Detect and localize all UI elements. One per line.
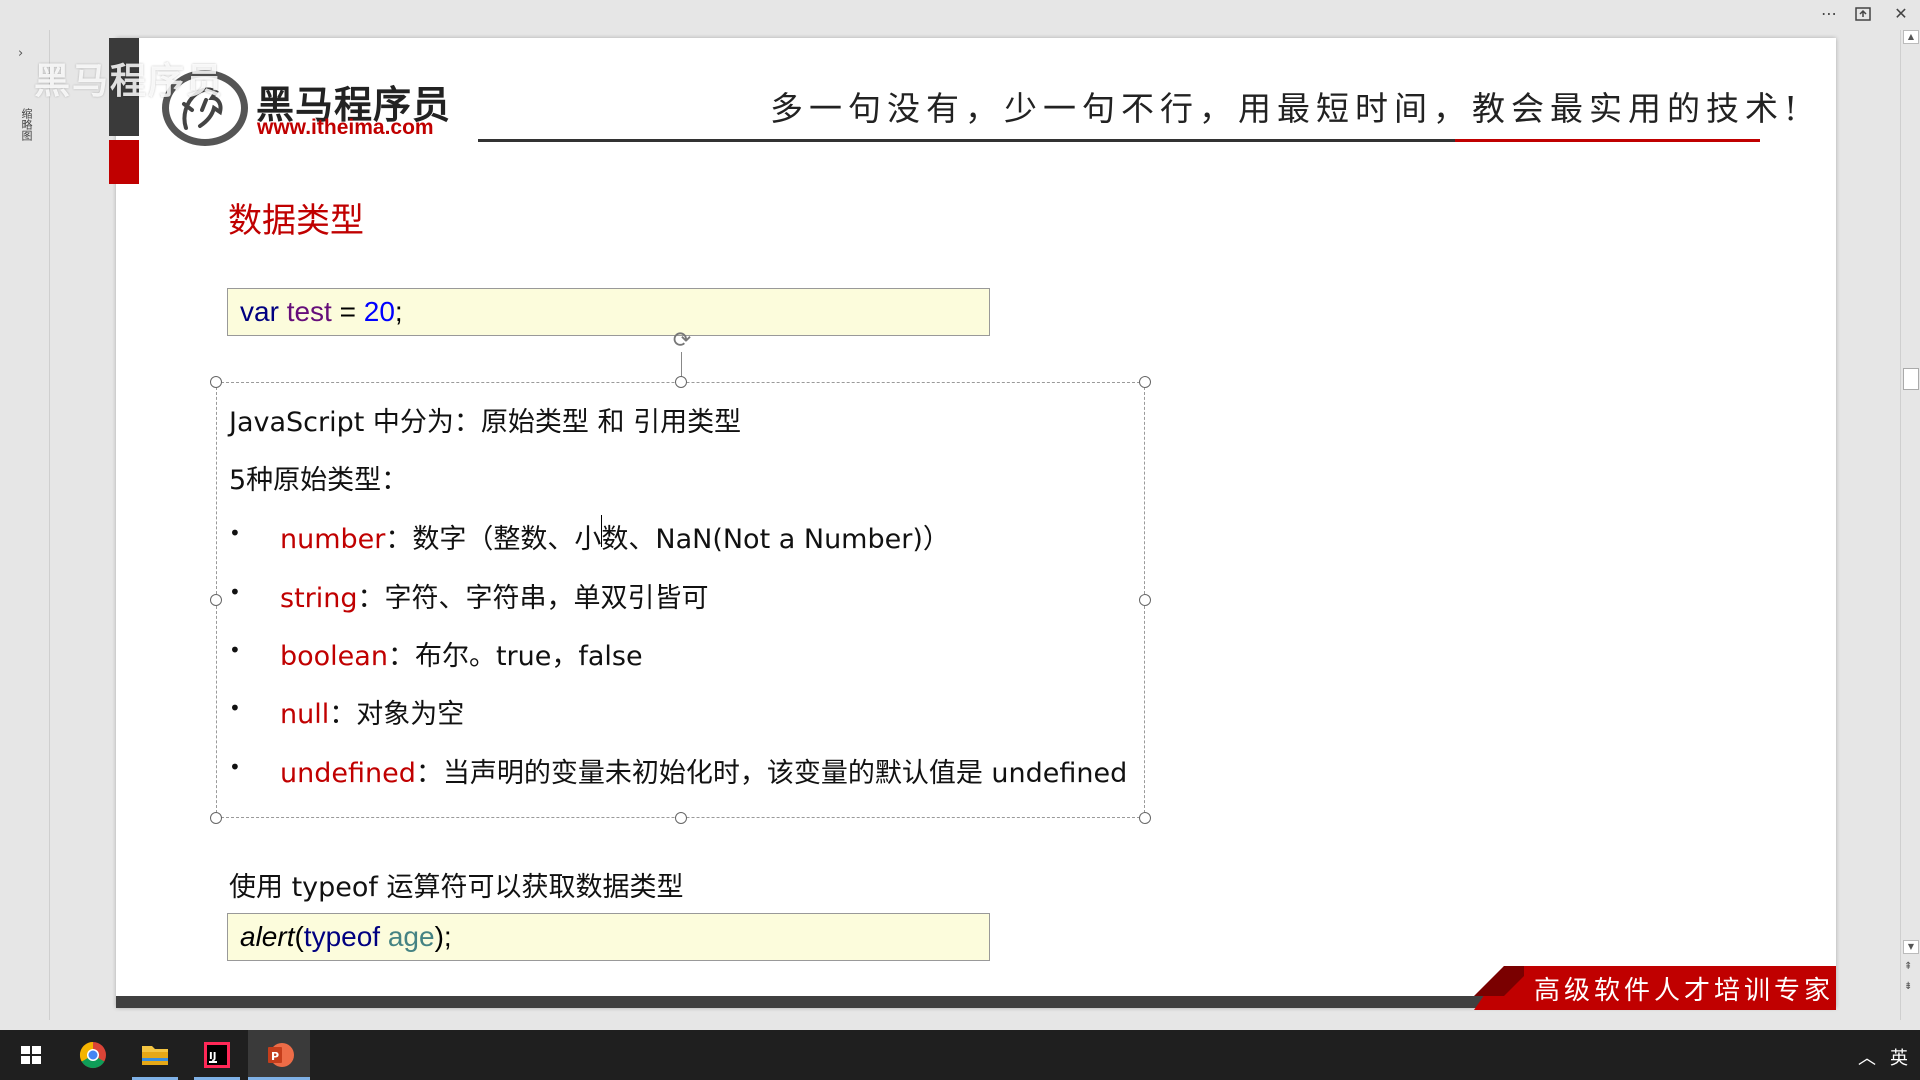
window-title-bar: ⋯ ✕ bbox=[0, 0, 1920, 30]
primitive-count-text[interactable]: 5种原始类型： bbox=[229, 458, 408, 497]
header-divider-accent bbox=[1455, 139, 1760, 142]
thumbnail-panel: › 缩略图 bbox=[0, 30, 50, 1020]
type-name: null bbox=[280, 699, 330, 730]
close-icon[interactable]: ✕ bbox=[1886, 2, 1916, 26]
resize-handle-right[interactable] bbox=[1139, 594, 1151, 606]
code-variable: test bbox=[286, 296, 332, 327]
watermark: 黑马程序员 bbox=[34, 61, 225, 102]
type-description: ：字符、字符串，单双引皆可 bbox=[357, 583, 709, 614]
intro-text[interactable]: JavaScript 中分为：原始类型 和 引用类型 bbox=[229, 400, 741, 439]
scroll-down-icon[interactable]: ▼ bbox=[1903, 940, 1919, 954]
previous-slide-icon[interactable]: ⇞ bbox=[1904, 962, 1912, 972]
more-options-icon[interactable]: ⋯ bbox=[1814, 2, 1844, 26]
slide-title[interactable]: 数据类型 bbox=[228, 193, 364, 242]
vertical-scrollbar[interactable]: ▲ ▼ ⇞ ⇟ bbox=[1900, 30, 1920, 1020]
scroll-up-icon[interactable]: ▲ bbox=[1903, 30, 1919, 44]
typeof-note[interactable]: 使用 typeof 运算符可以获取数据类型 bbox=[229, 865, 684, 904]
intellij-icon[interactable]: IJ bbox=[186, 1030, 248, 1080]
type-description: ：对象为空 bbox=[329, 699, 465, 730]
start-button[interactable] bbox=[0, 1030, 62, 1080]
code-function: alert bbox=[240, 921, 295, 952]
thumbnail-panel-label[interactable]: 缩略图 bbox=[16, 108, 33, 141]
code-paren: ( bbox=[294, 921, 304, 952]
tray-overflow-icon[interactable]: ︿ bbox=[1858, 1044, 1876, 1070]
bullet: • bbox=[229, 580, 241, 604]
tagline: 高级软件人才培训专家 bbox=[1534, 976, 1835, 1006]
code-operator: = bbox=[339, 296, 356, 327]
code-block-var[interactable]: var test = 20; bbox=[227, 288, 990, 336]
type-name: string bbox=[280, 583, 358, 614]
type-name: number bbox=[280, 524, 386, 555]
list-item[interactable]: boolean：布尔。true，false bbox=[280, 634, 643, 673]
resize-handle-bottom-left[interactable] bbox=[210, 812, 222, 824]
type-description: ：当声明的变量未初始化时，该变量的默认值是 undefined bbox=[415, 758, 1128, 789]
list-item[interactable]: number：数字（整数、小数、NaN(Not a Number)） bbox=[280, 517, 950, 556]
svg-text:IJ: IJ bbox=[209, 1051, 216, 1062]
text-cursor bbox=[601, 515, 602, 547]
expand-panel-icon[interactable]: › bbox=[18, 46, 23, 61]
code-variable: age bbox=[387, 921, 435, 952]
header-accent-red bbox=[109, 140, 139, 184]
code-block-typeof[interactable]: alert(typeof age); bbox=[227, 913, 990, 961]
scroll-thumb[interactable] bbox=[1903, 368, 1919, 390]
powerpoint-icon[interactable]: P bbox=[248, 1030, 310, 1080]
bullet: • bbox=[229, 696, 241, 720]
rotate-handle-icon[interactable]: ⟳ bbox=[669, 328, 695, 354]
type-description: ：数字（整数、小数、NaN(Not a Number)） bbox=[385, 524, 950, 555]
slogan: 多一句没有，少一句不行，用最短时间，教会最实用的技术! bbox=[770, 89, 1804, 128]
input-method-indicator[interactable]: 英 bbox=[1890, 1044, 1908, 1070]
resize-handle-bottom-right[interactable] bbox=[1139, 812, 1151, 824]
resize-handle-top-right[interactable] bbox=[1139, 376, 1151, 388]
next-slide-icon[interactable]: ⇟ bbox=[1904, 982, 1912, 992]
list-item[interactable]: string：字符、字符串，单双引皆可 bbox=[280, 576, 709, 615]
type-name: boolean bbox=[280, 641, 388, 672]
code-keyword: var bbox=[240, 296, 279, 327]
resize-handle-bottom[interactable] bbox=[675, 812, 687, 824]
taskbar: IJ P ︿ 英 bbox=[0, 1030, 1920, 1080]
resize-handle-top-left[interactable] bbox=[210, 376, 222, 388]
list-item[interactable]: null：对象为空 bbox=[280, 692, 464, 731]
svg-text:P: P bbox=[271, 1050, 279, 1063]
file-explorer-icon[interactable] bbox=[124, 1030, 186, 1080]
bullet: • bbox=[229, 521, 241, 545]
resize-handle-top[interactable] bbox=[675, 376, 687, 388]
restore-icon[interactable] bbox=[1848, 2, 1878, 26]
resize-handle-left[interactable] bbox=[210, 594, 222, 606]
code-paren-close: ); bbox=[434, 921, 452, 952]
type-description: ：布尔。true，false bbox=[387, 641, 643, 672]
code-keyword: typeof bbox=[303, 921, 381, 952]
code-number: 20 bbox=[363, 296, 395, 327]
bullet: • bbox=[229, 638, 241, 662]
list-item[interactable]: undefined：当声明的变量未初始化时，该变量的默认值是 undefined bbox=[280, 751, 1127, 790]
code-semicolon: ; bbox=[394, 296, 403, 327]
brand-url: www.itheima.com bbox=[257, 116, 434, 139]
bullet: • bbox=[229, 755, 241, 779]
chrome-icon[interactable] bbox=[62, 1030, 124, 1080]
type-name: undefined bbox=[280, 758, 416, 789]
